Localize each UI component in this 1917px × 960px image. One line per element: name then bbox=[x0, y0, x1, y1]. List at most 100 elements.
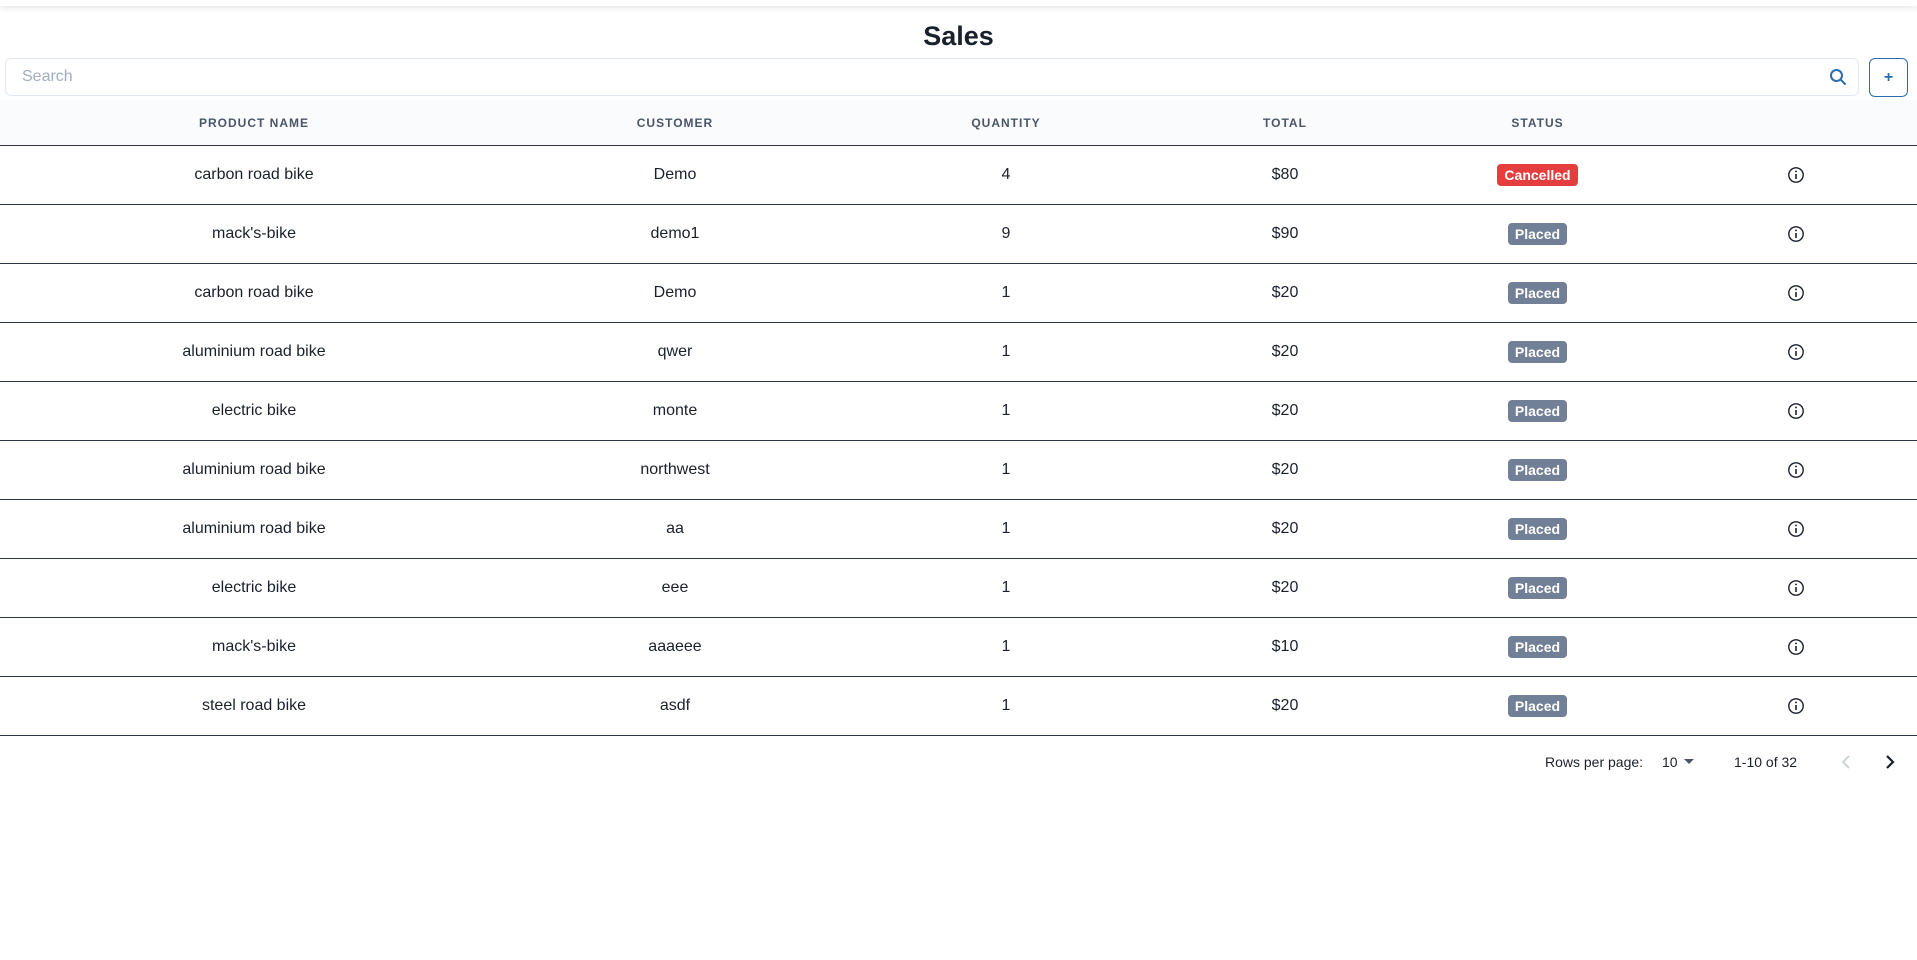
customer-cell: eee bbox=[508, 558, 842, 618]
actions-cell bbox=[1675, 676, 1917, 736]
status-cell: Cancelled bbox=[1400, 145, 1675, 205]
status-badge: Placed bbox=[1507, 223, 1568, 245]
total-cell: $20 bbox=[1170, 440, 1400, 500]
info-icon[interactable] bbox=[1787, 697, 1805, 715]
customer-cell: aa bbox=[508, 499, 842, 559]
total-cell: $20 bbox=[1170, 322, 1400, 382]
info-icon[interactable] bbox=[1787, 402, 1805, 420]
search-box bbox=[5, 58, 1859, 96]
quantity-cell: 1 bbox=[842, 617, 1170, 677]
quantity-cell: 1 bbox=[842, 499, 1170, 559]
actions-cell bbox=[1675, 322, 1917, 382]
next-page-button[interactable] bbox=[1876, 748, 1904, 776]
actions-cell bbox=[1675, 263, 1917, 323]
status-badge: Placed bbox=[1507, 341, 1568, 363]
customer-cell: aaaeee bbox=[508, 617, 842, 677]
status-cell: Placed bbox=[1400, 204, 1675, 264]
column-header-customer[interactable]: Customer bbox=[508, 100, 842, 146]
status-badge: Placed bbox=[1507, 636, 1568, 658]
top-shadow-bar bbox=[0, 0, 1917, 6]
product-name-cell: electric bike bbox=[0, 558, 508, 618]
pagination: Rows per page: 10 1-10 of 32 bbox=[0, 736, 1917, 788]
table-row[interactable]: steel road bike asdf 1 $20 Placed bbox=[0, 676, 1917, 736]
quantity-cell: 1 bbox=[842, 263, 1170, 323]
info-icon[interactable] bbox=[1787, 284, 1805, 302]
info-icon[interactable] bbox=[1787, 579, 1805, 597]
search-input[interactable] bbox=[6, 58, 1818, 96]
column-header-total[interactable]: Total bbox=[1170, 100, 1400, 146]
total-cell: $80 bbox=[1170, 145, 1400, 205]
actions-cell bbox=[1675, 440, 1917, 500]
table-row[interactable]: aluminium road bike northwest 1 $20 Placed bbox=[0, 440, 1917, 500]
quantity-cell: 1 bbox=[842, 676, 1170, 736]
status-cell: Placed bbox=[1400, 440, 1675, 500]
total-cell: $90 bbox=[1170, 204, 1400, 264]
status-badge: Placed bbox=[1507, 577, 1568, 599]
product-name-cell: electric bike bbox=[0, 381, 508, 441]
total-cell: $20 bbox=[1170, 263, 1400, 323]
product-name-cell: aluminium road bike bbox=[0, 322, 508, 382]
sales-table: Product Name Customer Quantity Total Sta… bbox=[0, 100, 1917, 736]
status-cell: Placed bbox=[1400, 499, 1675, 559]
product-name-cell: carbon road bike bbox=[0, 145, 508, 205]
quantity-cell: 1 bbox=[842, 440, 1170, 500]
rows-per-page-value: 10 bbox=[1662, 754, 1678, 770]
info-icon[interactable] bbox=[1787, 520, 1805, 538]
customer-cell: qwer bbox=[508, 322, 842, 382]
table-row[interactable]: aluminium road bike qwer 1 $20 Placed bbox=[0, 322, 1917, 382]
customer-cell: asdf bbox=[508, 676, 842, 736]
pagination-range: 1-10 of 32 bbox=[1734, 754, 1798, 770]
status-badge: Placed bbox=[1507, 518, 1568, 540]
rows-per-page-label: Rows per page: bbox=[1545, 754, 1644, 770]
table-row[interactable]: electric bike eee 1 $20 Placed bbox=[0, 558, 1917, 618]
rows-per-page-select[interactable]: 10 bbox=[1662, 754, 1694, 770]
caret-down-icon bbox=[1683, 759, 1694, 764]
customer-cell: northwest bbox=[508, 440, 842, 500]
total-cell: $10 bbox=[1170, 617, 1400, 677]
quantity-cell: 1 bbox=[842, 322, 1170, 382]
info-icon[interactable] bbox=[1787, 461, 1805, 479]
product-name-cell: carbon road bike bbox=[0, 263, 508, 323]
total-cell: $20 bbox=[1170, 381, 1400, 441]
actions-cell bbox=[1675, 381, 1917, 441]
table-row[interactable]: aluminium road bike aa 1 $20 Placed bbox=[0, 499, 1917, 559]
quantity-cell: 1 bbox=[842, 381, 1170, 441]
info-icon[interactable] bbox=[1787, 166, 1805, 184]
product-name-cell: aluminium road bike bbox=[0, 499, 508, 559]
actions-cell bbox=[1675, 204, 1917, 264]
actions-cell bbox=[1675, 499, 1917, 559]
info-icon[interactable] bbox=[1787, 343, 1805, 361]
status-cell: Placed bbox=[1400, 381, 1675, 441]
product-name-cell: mack's-bike bbox=[0, 204, 508, 264]
search-row: + bbox=[0, 58, 1917, 100]
column-header-actions bbox=[1675, 100, 1917, 146]
status-cell: Placed bbox=[1400, 322, 1675, 382]
status-badge: Placed bbox=[1507, 282, 1568, 304]
table-row[interactable]: carbon road bike Demo 1 $20 Placed bbox=[0, 263, 1917, 323]
search-icon[interactable] bbox=[1818, 59, 1858, 95]
product-name-cell: aluminium road bike bbox=[0, 440, 508, 500]
info-icon[interactable] bbox=[1787, 225, 1805, 243]
status-badge: Placed bbox=[1507, 400, 1568, 422]
prev-page-button[interactable] bbox=[1832, 748, 1860, 776]
status-cell: Placed bbox=[1400, 558, 1675, 618]
table-row[interactable]: mack's-bike demo1 9 $90 Placed bbox=[0, 204, 1917, 264]
chevron-left-icon bbox=[1841, 755, 1850, 769]
total-cell: $20 bbox=[1170, 499, 1400, 559]
add-sale-button[interactable]: + bbox=[1869, 58, 1908, 97]
customer-cell: monte bbox=[508, 381, 842, 441]
page-title: Sales bbox=[923, 21, 994, 51]
product-name-cell: steel road bike bbox=[0, 676, 508, 736]
column-header-status[interactable]: Status bbox=[1400, 100, 1675, 146]
table-row[interactable]: mack's-bike aaaeee 1 $10 Placed bbox=[0, 617, 1917, 677]
actions-cell bbox=[1675, 145, 1917, 205]
info-icon[interactable] bbox=[1787, 638, 1805, 656]
column-header-quantity[interactable]: Quantity bbox=[842, 100, 1170, 146]
column-header-product-name[interactable]: Product Name bbox=[0, 100, 508, 146]
table-row[interactable]: electric bike monte 1 $20 Placed bbox=[0, 381, 1917, 441]
table-row[interactable]: carbon road bike Demo 4 $80 Cancelled bbox=[0, 145, 1917, 205]
status-badge: Cancelled bbox=[1497, 164, 1578, 186]
status-badge: Placed bbox=[1507, 695, 1568, 717]
quantity-cell: 1 bbox=[842, 558, 1170, 618]
actions-cell bbox=[1675, 558, 1917, 618]
